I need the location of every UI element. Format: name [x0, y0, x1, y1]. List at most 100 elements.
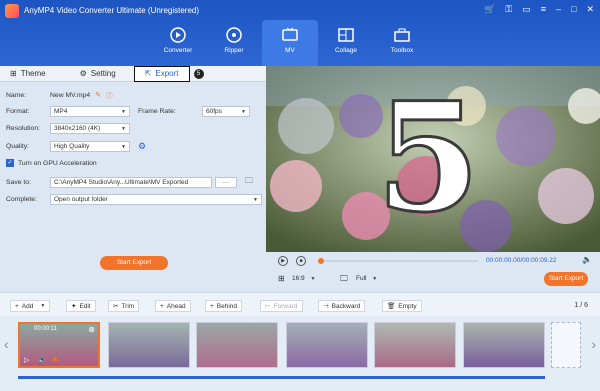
- chevron-down-icon: ▼: [121, 143, 126, 150]
- add-button[interactable]: + Add ▼: [10, 300, 51, 312]
- aspect-select[interactable]: 16:9 ▼: [292, 275, 315, 282]
- start-export-button[interactable]: Start Export: [100, 256, 168, 270]
- tab-setting[interactable]: ⚙ Setting: [70, 66, 126, 82]
- collage-icon: [338, 28, 354, 42]
- chat-icon[interactable]: ▭: [522, 4, 531, 15]
- player-controls: ▶ ■ 00:00:00.00/00:00:09.22 🔈 ⊞ 16:9 ▼ 🖵…: [266, 252, 600, 292]
- clip-thumb[interactable]: 00:00:11 ⊗ ▷ 🔈 ✱: [18, 322, 100, 368]
- app-logo: [5, 4, 19, 18]
- behind-button[interactable]: + Behind: [205, 300, 243, 312]
- play-icon[interactable]: ▶: [278, 256, 288, 266]
- ahead-button[interactable]: + Ahead: [155, 300, 191, 312]
- title-bar: AnyMP4 Video Converter Ultimate (Unregis…: [0, 0, 600, 66]
- complete-row: Complete: Open output folder ▼: [6, 194, 262, 205]
- complete-select[interactable]: Open output folder ▼: [50, 194, 262, 205]
- start-export-button-secondary[interactable]: Start Export: [544, 272, 588, 286]
- clip-thumb[interactable]: [463, 322, 545, 368]
- cart-icon[interactable]: 🛒: [484, 4, 495, 15]
- step-badge: 5: [193, 68, 204, 79]
- empty-clip-slot[interactable]: [551, 322, 581, 368]
- info-icon[interactable]: ⓘ: [106, 90, 113, 100]
- scroll-left-icon[interactable]: ‹: [4, 336, 9, 352]
- page-counter: 1 / 6: [574, 302, 588, 309]
- backward-icon: ⊣: [323, 303, 329, 310]
- wand-icon: ✦: [71, 303, 77, 310]
- clip-thumb[interactable]: [108, 322, 190, 368]
- zoom-select[interactable]: Full ▼: [356, 275, 377, 282]
- trash-icon: 🗑: [387, 303, 396, 310]
- quality-label: Quality:: [6, 143, 30, 150]
- tab-export[interactable]: ⇱ Export: [133, 65, 190, 82]
- minimize-icon[interactable]: –: [556, 4, 561, 15]
- chevron-down-icon: ▼: [253, 196, 258, 203]
- window-controls: 🛒 ⚿ ▭ ≡ – □ ✕: [484, 4, 594, 15]
- plus-icon: +: [210, 302, 214, 310]
- resolution-select[interactable]: 3840x2160 (4K) ▼: [50, 123, 130, 134]
- tab-export-label: Export: [155, 69, 179, 78]
- trim-button[interactable]: ✂ Trim: [108, 300, 140, 312]
- seek-bar[interactable]: [318, 258, 478, 264]
- clip-image: [197, 323, 277, 367]
- gpu-checkbox[interactable]: ✓: [6, 159, 14, 167]
- zoom-value: Full: [356, 275, 367, 282]
- tab-theme[interactable]: ⊞ Theme: [0, 66, 56, 82]
- tab-toolbox[interactable]: Toolbox: [374, 20, 430, 66]
- gpu-row: ✓ Turn on GPU Acceleration: [6, 159, 97, 167]
- settings-gear-icon[interactable]: ⚙: [138, 141, 146, 152]
- clip-thumb[interactable]: [196, 322, 278, 368]
- framerate-value: 60fps: [206, 108, 222, 115]
- stop-icon[interactable]: ■: [296, 256, 306, 266]
- browse-more-button[interactable]: ···: [215, 176, 237, 188]
- close-icon[interactable]: ✕: [586, 4, 594, 15]
- scroll-right-icon[interactable]: ›: [591, 336, 596, 352]
- complete-label: Complete:: [6, 196, 37, 203]
- empty-button[interactable]: 🗑 Empty: [382, 300, 422, 312]
- disc-icon: [226, 27, 242, 43]
- chevron-down-icon: ▼: [40, 303, 46, 309]
- saveto-row: Save to: C:\AnyMP4 Studio\Any...Ultimate…: [6, 175, 253, 189]
- tab-converter[interactable]: Converter: [150, 20, 206, 66]
- app-title: AnyMP4 Video Converter Ultimate (Unregis…: [24, 6, 200, 15]
- format-label: Format:: [6, 108, 30, 115]
- clip-thumb[interactable]: [286, 322, 368, 368]
- maximize-icon[interactable]: □: [571, 4, 576, 15]
- tab-toolbox-label: Toolbox: [390, 47, 414, 54]
- tab-collage[interactable]: Collage: [318, 20, 374, 66]
- framerate-select[interactable]: 60fps ▼: [202, 106, 250, 117]
- forward-button[interactable]: ⊢ Forward: [260, 300, 303, 312]
- time-readout: 00:00:00.00/00:00:09.22: [486, 257, 557, 264]
- key-icon[interactable]: ⚿: [505, 4, 512, 15]
- format-select[interactable]: MP4 ▼: [50, 106, 130, 117]
- effect-icon[interactable]: ✱: [52, 356, 58, 364]
- volume-icon[interactable]: 🔈: [582, 255, 592, 264]
- clip-time: 00:00:11: [34, 326, 57, 332]
- timeline-scrollbar[interactable]: [18, 376, 545, 379]
- resolution-label: Resolution:: [6, 125, 41, 132]
- folder-icon[interactable]: 🗀: [245, 175, 253, 189]
- edit-pencil-icon[interactable]: ✎: [95, 91, 101, 99]
- clip-toolbar: + Add ▼ ✦ Edit ✂ Trim + Ahead + Behind ⊢ Forwar…: [0, 292, 600, 316]
- edit-button[interactable]: ✦ Edit: [66, 300, 96, 312]
- framerate-label: Frame Rate:: [138, 108, 176, 115]
- clip-image: [109, 323, 189, 367]
- theme-icon: ⊞: [10, 69, 17, 78]
- clip-image: [375, 323, 455, 367]
- play-icon[interactable]: ▷: [24, 356, 29, 364]
- clip-thumb[interactable]: [374, 322, 456, 368]
- add-label: Add: [21, 302, 34, 310]
- saveto-label: Save to:: [6, 178, 31, 186]
- tab-mv[interactable]: MV: [262, 20, 318, 66]
- backward-button[interactable]: ⊣ Backward: [318, 300, 366, 312]
- seek-handle[interactable]: [318, 258, 324, 264]
- close-clip-icon[interactable]: ⊗: [88, 325, 95, 334]
- tab-theme-label: Theme: [20, 69, 46, 78]
- saveto-field[interactable]: C:\AnyMP4 Studio\Any...Ultimate\MV Expor…: [50, 176, 212, 188]
- tab-ripper[interactable]: Ripper: [206, 20, 262, 66]
- audio-icon[interactable]: 🔈: [38, 356, 47, 364]
- chevron-down-icon: ▼: [121, 108, 126, 115]
- complete-value: Open output folder: [54, 196, 108, 203]
- quality-select[interactable]: High Quality ▼: [50, 141, 130, 152]
- resolution-value: 3840x2160 (4K): [54, 125, 101, 132]
- menu-icon[interactable]: ≡: [541, 4, 546, 15]
- tab-collage-label: Collage: [334, 47, 358, 54]
